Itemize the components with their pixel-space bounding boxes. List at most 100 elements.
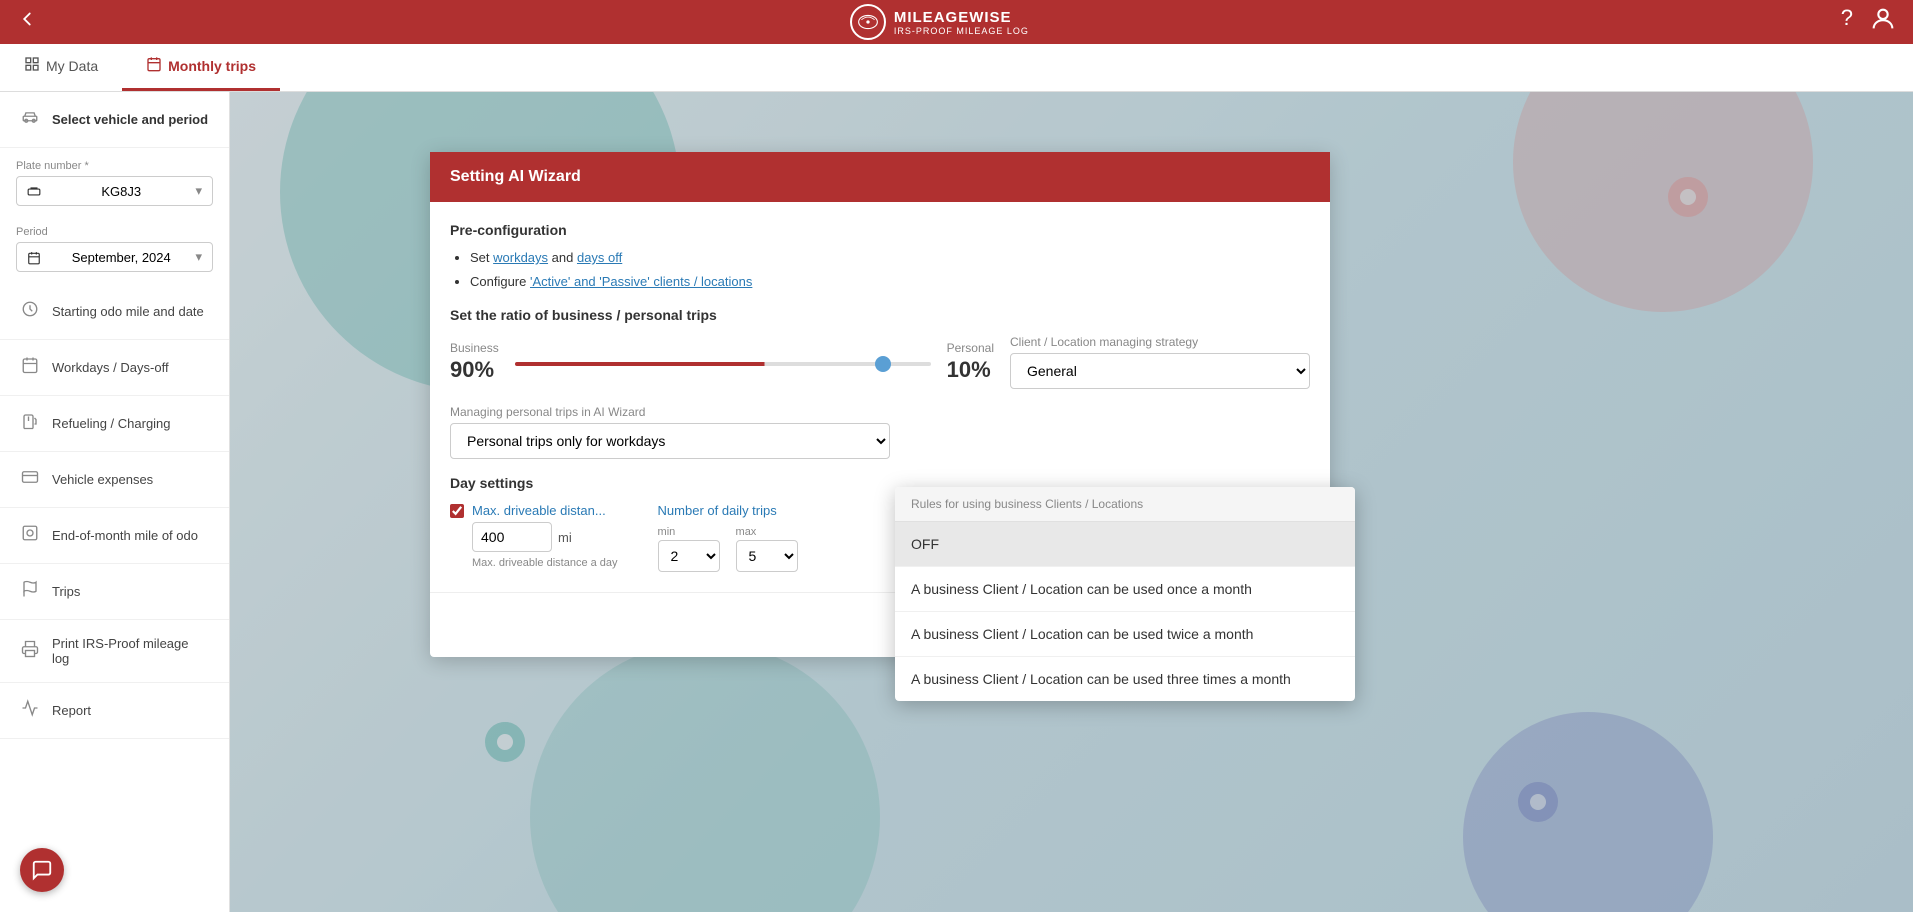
starting-odo-label: Starting odo mile and date [52,304,204,319]
app-title: MILEAGEWISE [894,9,1029,26]
personal-value: 10% [947,357,994,383]
trips-min-wrap: min 213 [658,526,720,572]
dist-note: Max. driveable distance a day [472,556,618,570]
max-dist-label[interactable]: Max. driveable distan... [472,503,606,518]
sidebar-item-refueling[interactable]: Refueling / Charging [0,396,229,452]
plate-icon [27,183,47,199]
trips-max-wrap: max 5346 [736,526,798,572]
workdays-label: Workdays / Days-off [52,360,169,375]
sidebar-item-select-vehicle[interactable]: Select vehicle and period [0,92,229,148]
sidebar-item-end-of-month[interactable]: End-of-month mile of odo [0,508,229,564]
client-strategy-wrap: Client / Location managing strategy Gene… [1010,335,1310,389]
sidebar-item-trips[interactable]: Trips [0,564,229,620]
trips-label: Trips [52,584,80,599]
trips-max-select[interactable]: 5346 [736,540,798,572]
max-dist-row: Max. driveable distan... [450,503,618,518]
max-dist-checkbox[interactable] [450,504,464,518]
business-value: 90% [450,357,499,383]
ratio-slider[interactable] [515,362,931,366]
preconfig-list: Set workdays and days off Configure 'Act… [450,248,1310,291]
logo-text-wrap: MILEAGEWISE IRS-PROOF MILEAGE LOG [894,9,1029,36]
business-ratio-wrap: Business 90% [450,341,499,383]
managing-select[interactable]: Personal trips only for workdays [450,423,890,459]
period-chevron-icon: ▾ [195,249,202,265]
print-icon [20,640,40,663]
monthly-trips-icon [146,56,162,77]
report-icon [20,699,40,722]
sidebar-item-workdays[interactable]: Workdays / Days-off [0,340,229,396]
ratio-title: Set the ratio of business / personal tri… [450,307,1310,323]
plate-value: KG8J3 [101,184,141,199]
preconfig-title: Pre-configuration [450,222,1310,238]
my-data-icon [24,56,40,77]
dist-input[interactable] [472,522,552,552]
dist-input-row: mi [472,522,618,552]
period-select[interactable]: September, 2024 ▾ [16,242,213,272]
back-button[interactable] [16,8,38,36]
header-logo: MILEAGEWISE IRS-PROOF MILEAGE LOG [850,4,1029,40]
user-icon[interactable] [1869,5,1897,39]
personal-label: Personal [947,341,994,355]
wizard-header: Setting AI Wizard [430,152,1330,202]
main-content: Setting AI Wizard Pre-configuration Set … [230,92,1913,912]
sidebar-item-print-log[interactable]: Print IRS-Proof mileage log [0,620,229,683]
dropdown-option-off[interactable]: OFF [895,522,1355,567]
sidebar-item-vehicle-expenses[interactable]: Vehicle expenses [0,452,229,508]
trips-icon [20,580,40,603]
active-passive-link[interactable]: 'Active' and 'Passive' clients / locatio… [530,274,752,289]
print-log-label: Print IRS-Proof mileage log [52,636,209,666]
dropdown-popup: Rules for using business Clients / Locat… [895,487,1355,701]
end-of-month-label: End-of-month mile of odo [52,528,198,543]
preconfig-item-1: Set workdays and days off [470,248,1310,268]
odo-icon [20,300,40,323]
workdays-link[interactable]: workdays [493,250,548,265]
tab-my-data-label: My Data [46,58,98,74]
tab-monthly-trips[interactable]: Monthly trips [122,44,280,91]
trips-min-label: min [658,526,720,538]
report-label: Report [52,703,91,718]
trips-max-label: max [736,526,798,538]
daily-trips-row: min 213 max 5346 [658,526,798,572]
end-odo-icon [20,524,40,547]
daily-trips-wrap: Number of daily trips min 213 max 5346 [658,503,798,572]
period-label: Period [16,226,213,238]
vehicle-expenses-label: Vehicle expenses [52,472,153,487]
personal-ratio-wrap: Personal 10% [947,341,994,383]
plate-section: Plate number * KG8J3 ▾ [0,148,229,218]
help-icon[interactable]: ? [1841,5,1853,39]
app-header: MILEAGEWISE IRS-PROOF MILEAGE LOG ? [0,0,1913,44]
ratio-row: Business 90% Personal 10% Client / Locat… [450,335,1310,389]
chat-button[interactable] [20,848,64,892]
dropdown-option-once[interactable]: A business Client / Location can be used… [895,567,1355,612]
daysoff-link[interactable]: days off [577,250,622,265]
dropdown-option-three[interactable]: A business Client / Location can be used… [895,657,1355,701]
tab-my-data[interactable]: My Data [0,44,122,91]
trips-min-select[interactable]: 213 [658,540,720,572]
preconfig-item-2: Configure 'Active' and 'Passive' clients… [470,272,1310,292]
wizard-title: Setting AI Wizard [450,168,581,185]
calendar-icon [27,249,47,265]
refueling-icon [20,412,40,435]
dist-unit: mi [558,530,572,545]
sidebar-item-report[interactable]: Report [0,683,229,739]
period-value: September, 2024 [72,250,171,265]
select-vehicle-label: Select vehicle and period [52,112,208,127]
tabs-bar: My Data Monthly trips [0,44,1913,92]
daily-trips-label: Number of daily trips [658,503,798,518]
client-strategy-label: Client / Location managing strategy [1010,335,1310,349]
business-label: Business [450,341,499,355]
refueling-label: Refueling / Charging [52,416,171,431]
managing-label: Managing personal trips in AI Wizard [450,405,1310,419]
max-dist-wrap: Max. driveable distan... mi Max. driveab… [450,503,618,570]
sidebar-item-starting-odo[interactable]: Starting odo mile and date [0,284,229,340]
plate-label: Plate number * [16,160,213,172]
app-subtitle: IRS-PROOF MILEAGE LOG [894,26,1029,36]
sidebar: Select vehicle and period Plate number *… [0,92,230,912]
plate-select[interactable]: KG8J3 ▾ [16,176,213,206]
client-strategy-select[interactable]: General [1010,353,1310,389]
workdays-icon [20,356,40,379]
dropdown-option-twice[interactable]: A business Client / Location can be used… [895,612,1355,657]
car-icon [20,108,40,131]
header-actions: ? [1841,5,1897,39]
period-section: Period September, 2024 ▾ [0,218,229,284]
